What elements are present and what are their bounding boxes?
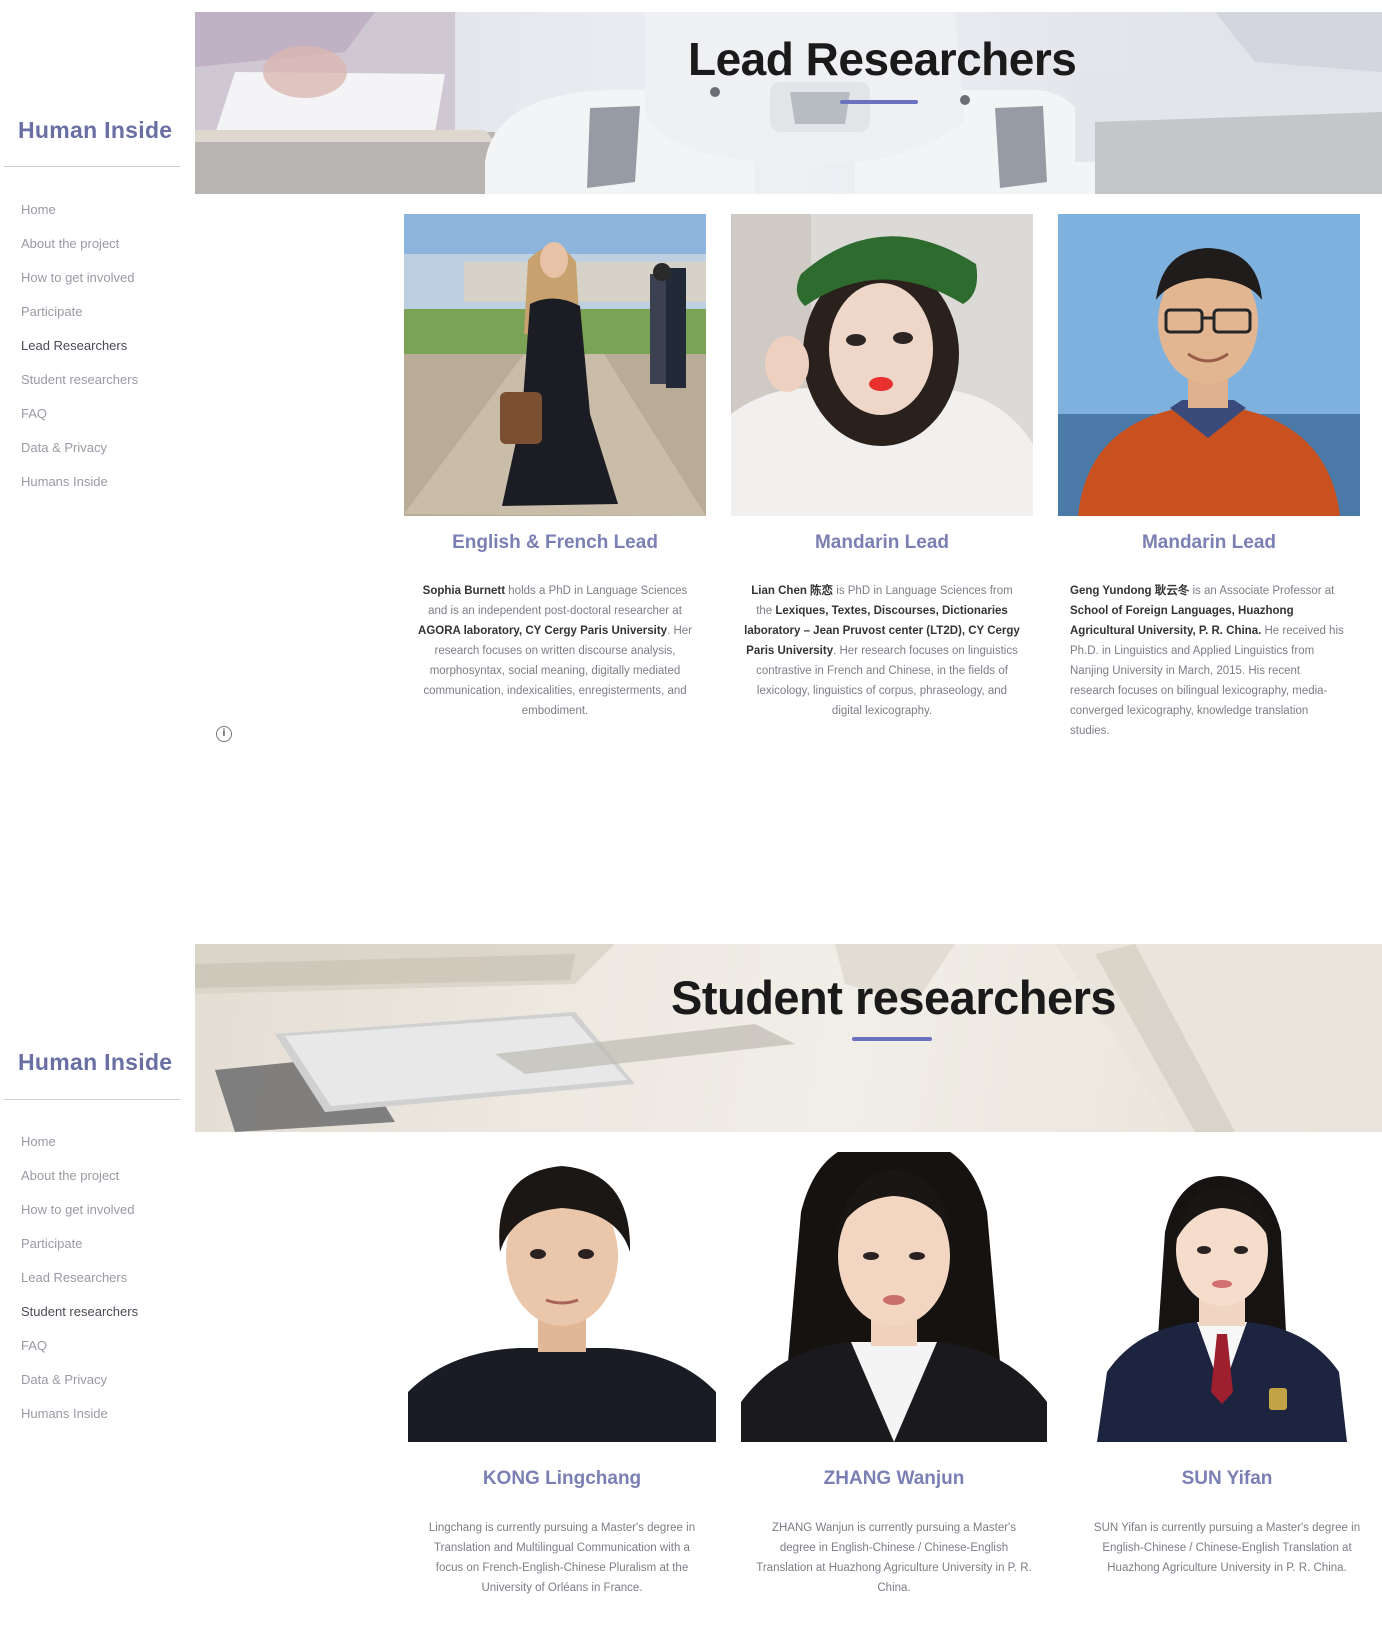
researcher-photo — [731, 214, 1033, 516]
student-name: ZHANG Wanjun — [823, 1468, 965, 1489]
nav-item-student-researchers[interactable]: Student researchers — [21, 1304, 138, 1338]
nav-item-how-to-get-involved[interactable]: How to get involved — [21, 270, 138, 304]
page-banner: Lead Researchers — [195, 12, 1382, 194]
researcher-name: Lian Chen 陈恋 — [751, 585, 834, 597]
sidebar: Human Inside Home About the project How … — [0, 944, 192, 1652]
researcher-card: Mandarin Lead Geng Yundong 耿云冬 is an Ass… — [1058, 214, 1360, 737]
student-card: ZHANG Wanjun ZHANG Wanjun is currently p… — [741, 1152, 1047, 1652]
nav-item-about-the-project[interactable]: About the project — [21, 236, 138, 270]
student-name: SUN Yifan — [1181, 1468, 1273, 1489]
nav-item-student-researchers[interactable]: Student researchers — [21, 372, 138, 406]
researcher-bio: Lian Chen 陈恋 is PhD in Language Sciences… — [731, 581, 1033, 721]
nav-item-humans-inside[interactable]: Humans Inside — [21, 474, 138, 508]
researcher-card: English & French Lead Sophia Burnett hol… — [404, 214, 706, 734]
bio-text: . Her research focuses on written discou… — [423, 625, 692, 717]
page-title: Lead Researchers — [688, 33, 1077, 85]
bio-text: He received his Ph.D. in Linguistics and… — [1070, 625, 1344, 737]
nav-item-how-to-get-involved[interactable]: How to get involved — [21, 1202, 138, 1236]
student-card: KONG Lingchang Lingchang is currently pu… — [408, 1152, 716, 1652]
nav-item-participate[interactable]: Participate — [21, 1236, 138, 1270]
nav-item-participate[interactable]: Participate — [21, 304, 138, 338]
site-title[interactable]: Human Inside — [18, 1049, 172, 1076]
researcher-photo — [404, 214, 706, 516]
nav-item-data-privacy[interactable]: Data & Privacy — [21, 440, 138, 474]
bio-text: is an Associate Professor at — [1189, 585, 1335, 597]
researcher-bio: Geng Yundong 耿云冬 is an Associate Profess… — [1058, 581, 1360, 741]
researcher-photo — [1058, 214, 1360, 516]
lead-researchers-screen: Human Inside Home About the project How … — [0, 12, 1382, 756]
sidebar-divider — [4, 1099, 180, 1100]
sidebar-nav: Home About the project How to get involv… — [21, 1134, 138, 1440]
nav-item-faq[interactable]: FAQ — [21, 406, 138, 440]
site-title[interactable]: Human Inside — [18, 117, 172, 144]
nav-item-lead-researchers[interactable]: Lead Researchers — [21, 1270, 138, 1304]
student-researchers-screen: Human Inside Home About the project How … — [0, 944, 1382, 1652]
nav-item-home[interactable]: Home — [21, 1134, 138, 1168]
student-photo — [741, 1152, 1047, 1442]
researcher-role: Mandarin Lead — [1141, 532, 1277, 553]
student-bio: ZHANG Wanjun is currently pursuing a Mas… — [756, 1522, 1032, 1594]
bio-affiliation: AGORA laboratory, CY Cergy Paris Univers… — [418, 625, 668, 637]
title-underline — [840, 100, 918, 104]
researcher-bio: Sophia Burnett holds a PhD in Language S… — [404, 581, 706, 721]
title-underline — [852, 1037, 932, 1041]
sidebar: Human Inside Home About the project How … — [0, 12, 192, 756]
nav-item-data-privacy[interactable]: Data & Privacy — [21, 1372, 138, 1406]
sidebar-nav: Home About the project How to get involv… — [21, 202, 138, 508]
student-bio: SUN Yifan is currently pursuing a Master… — [1093, 1522, 1361, 1574]
researcher-card: Mandarin Lead Lian Chen 陈恋 is PhD in Lan… — [731, 214, 1033, 734]
researcher-name: Geng Yundong 耿云冬 — [1070, 585, 1190, 597]
nav-item-humans-inside[interactable]: Humans Inside — [21, 1406, 138, 1440]
researcher-role: English & French Lead — [452, 532, 658, 553]
info-icon[interactable]: i — [216, 726, 232, 742]
researcher-role: Mandarin Lead — [814, 532, 950, 553]
researcher-name: Sophia Burnett — [422, 585, 506, 597]
student-name: KONG Lingchang — [482, 1468, 642, 1489]
student-photo — [1077, 1152, 1377, 1442]
nav-item-about-the-project[interactable]: About the project — [21, 1168, 138, 1202]
page-banner: Student researchers — [195, 944, 1382, 1132]
page-title: Student researchers — [671, 971, 1117, 1024]
student-card: SUN Yifan SUN Yifan is currently pursuin… — [1077, 1152, 1377, 1652]
student-photo — [408, 1152, 716, 1442]
sidebar-divider — [4, 166, 180, 167]
nav-item-lead-researchers[interactable]: Lead Researchers — [21, 338, 138, 372]
student-bio: Lingchang is currently pursuing a Master… — [428, 1522, 696, 1594]
nav-item-faq[interactable]: FAQ — [21, 1338, 138, 1372]
nav-item-home[interactable]: Home — [21, 202, 138, 236]
